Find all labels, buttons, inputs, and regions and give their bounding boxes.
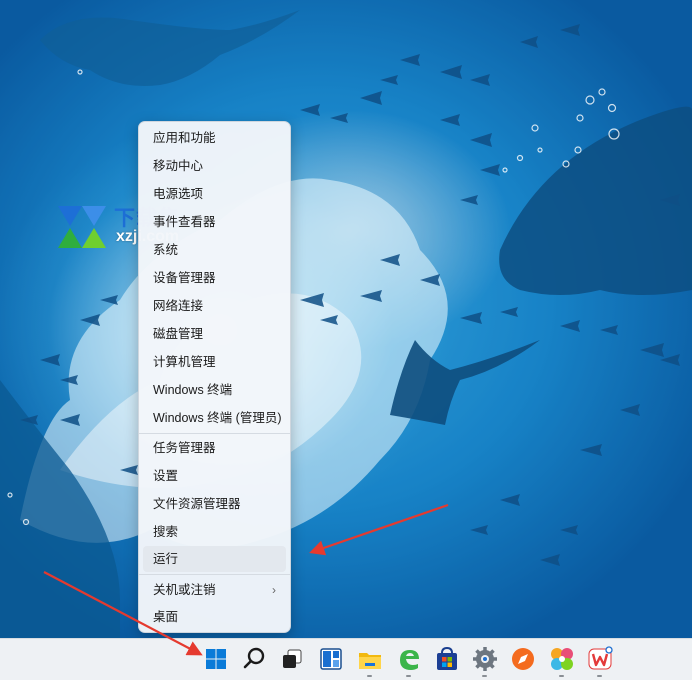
menu-item-label: 关机或注销 <box>153 583 216 597</box>
settings-gear-icon[interactable] <box>471 645 499 673</box>
menu-separator <box>139 433 290 434</box>
menu-item-label: 文件资源管理器 <box>153 497 241 511</box>
menu-item-shutdown-signout[interactable]: 关机或注销 › <box>143 577 286 603</box>
menu-item-device-manager[interactable]: 设备管理器 <box>143 265 286 291</box>
menu-item-label: 电源选项 <box>153 187 204 201</box>
menu-item-label: 任务管理器 <box>153 441 216 455</box>
menu-item-label: 运行 <box>153 552 179 566</box>
menu-item-apps-features[interactable]: 应用和功能 <box>143 125 286 151</box>
running-indicator <box>559 675 564 677</box>
microsoft-store-icon[interactable] <box>433 645 461 673</box>
menu-item-windows-terminal[interactable]: Windows 终端 <box>143 377 286 403</box>
menu-item-label: 磁盘管理 <box>153 327 204 341</box>
menu-item-system[interactable]: 系统 <box>143 237 286 263</box>
menu-item-label: Windows 终端 (管理员) <box>153 411 282 425</box>
wps-office-icon[interactable] <box>586 645 614 673</box>
widgets-icon[interactable] <box>317 645 345 673</box>
menu-item-label: 搜索 <box>153 525 179 539</box>
menu-item-label: 系统 <box>153 243 179 257</box>
photo-app-icon[interactable] <box>548 645 576 673</box>
browser-compass-icon[interactable] <box>509 645 537 673</box>
menu-item-task-manager[interactable]: 任务管理器 <box>143 435 286 461</box>
menu-item-run[interactable]: 运行 <box>143 546 286 572</box>
menu-item-settings[interactable]: 设置 <box>143 463 286 489</box>
menu-item-computer-management[interactable]: 计算机管理 <box>143 349 286 375</box>
task-view-icon[interactable] <box>278 645 306 673</box>
menu-item-mobility-center[interactable]: 移动中心 <box>143 153 286 179</box>
ocean-wallpaper-art <box>0 0 692 638</box>
menu-item-file-explorer[interactable]: 文件资源管理器 <box>143 491 286 517</box>
running-indicator <box>406 675 411 677</box>
menu-item-label: 计算机管理 <box>153 355 216 369</box>
menu-item-disk-management[interactable]: 磁盘管理 <box>143 321 286 347</box>
menu-item-power-options[interactable]: 电源选项 <box>143 181 286 207</box>
file-explorer-icon[interactable] <box>356 645 384 673</box>
chevron-right-icon: › <box>272 583 276 597</box>
desktop-wallpaper <box>0 0 692 638</box>
search-icon[interactable] <box>240 645 268 673</box>
menu-item-label: 桌面 <box>153 610 179 624</box>
menu-item-event-viewer[interactable]: 事件查看器 <box>143 209 286 235</box>
menu-item-search[interactable]: 搜索 <box>143 519 286 545</box>
menu-item-label: 移动中心 <box>153 159 204 173</box>
menu-item-label: 网络连接 <box>153 299 204 313</box>
running-indicator <box>367 675 372 677</box>
running-indicator <box>482 675 487 677</box>
menu-item-label: 事件查看器 <box>153 215 216 229</box>
watermark-logo-icon <box>58 206 106 248</box>
menu-separator <box>139 574 290 575</box>
menu-item-label: 应用和功能 <box>153 131 216 145</box>
menu-item-desktop[interactable]: 桌面 <box>143 604 286 630</box>
taskbar <box>0 638 692 680</box>
menu-item-windows-terminal-admin[interactable]: Windows 终端 (管理员) <box>143 405 286 431</box>
start-context-menu: 应用和功能 移动中心 电源选项 事件查看器 系统 设备管理器 网络连接 磁盘管理… <box>138 121 291 633</box>
windows-start-icon[interactable] <box>202 645 230 673</box>
running-indicator <box>597 675 602 677</box>
menu-item-label: Windows 终端 <box>153 383 233 397</box>
edge-legacy-icon[interactable] <box>395 645 423 673</box>
menu-item-network-connections[interactable]: 网络连接 <box>143 293 286 319</box>
menu-item-label: 设备管理器 <box>153 271 216 285</box>
menu-item-label: 设置 <box>153 469 179 483</box>
